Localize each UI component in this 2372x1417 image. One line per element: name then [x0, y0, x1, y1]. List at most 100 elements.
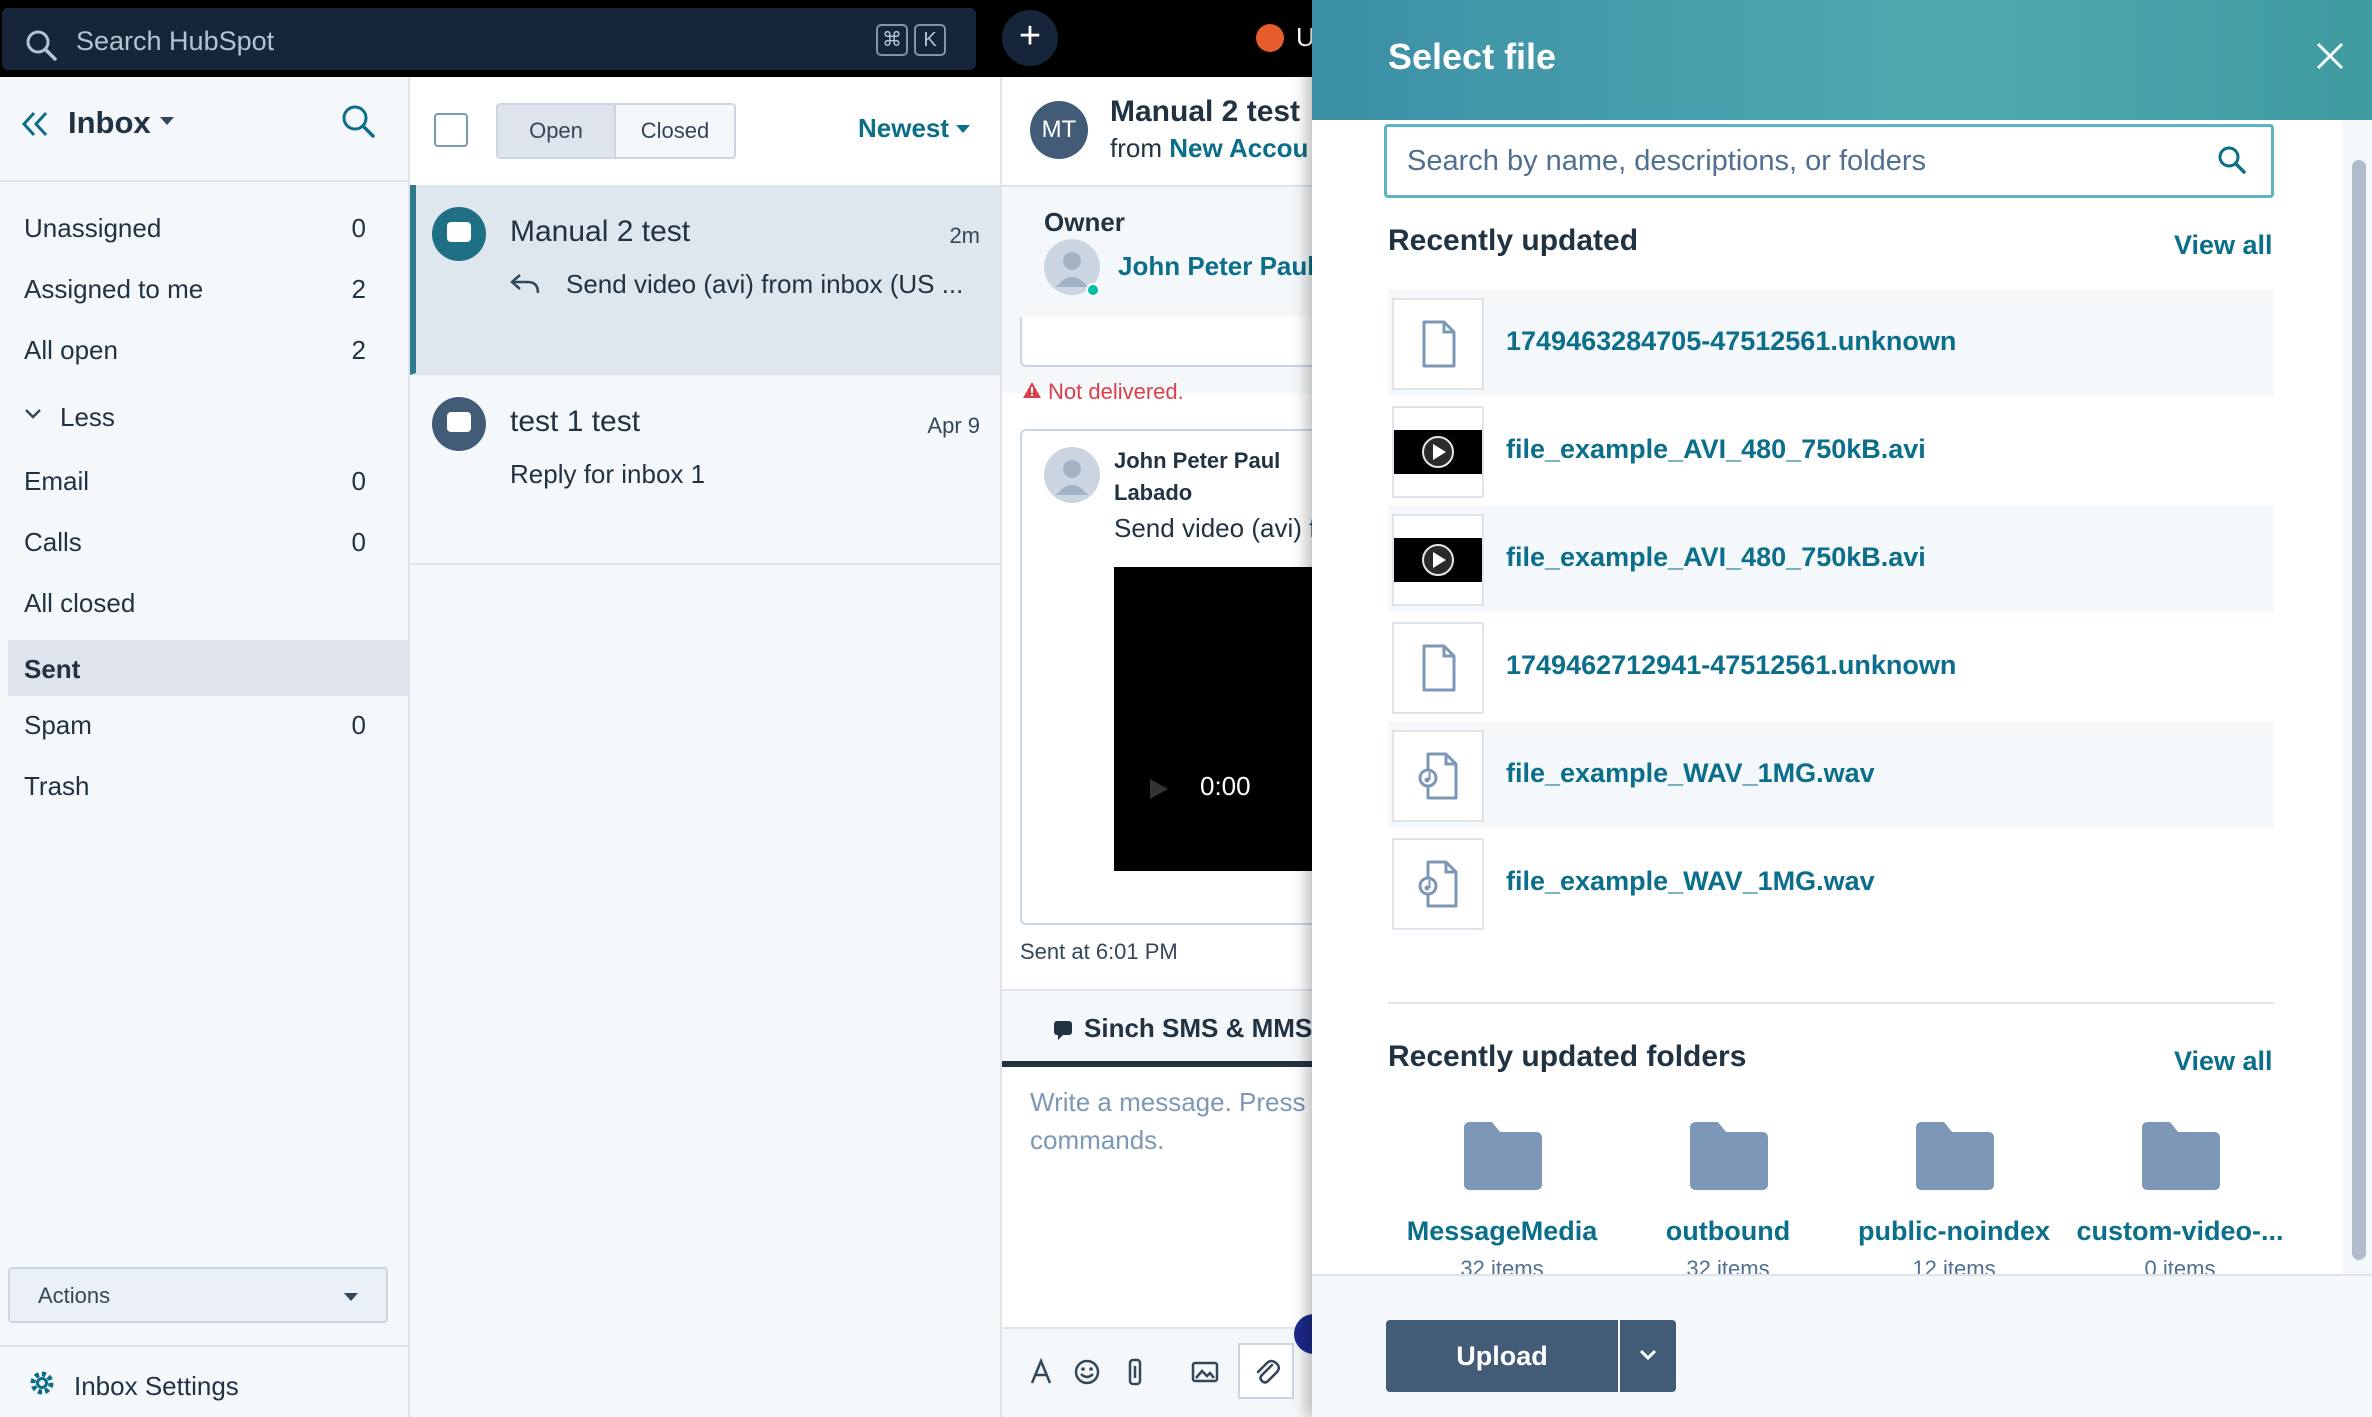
sidebar-item-sent[interactable]: Sent	[8, 640, 408, 696]
sidebar-item-assigned-to-me[interactable]: Assigned to me 2	[8, 260, 408, 316]
search-icon[interactable]	[2215, 143, 2249, 177]
attach-file-button[interactable]	[1238, 1343, 1294, 1399]
sidebar-item-calls[interactable]: Calls 0	[8, 513, 408, 569]
tab-open[interactable]: Open	[498, 105, 616, 157]
folder-icon	[1914, 1118, 1996, 1192]
file-name: file_example_AVI_480_750kB.avi	[1506, 434, 1926, 464]
sent-timestamp: Sent at 6:01 PM	[1020, 939, 1178, 964]
folder-icon	[2140, 1118, 2222, 1192]
sidebar-item-label: Spam	[24, 710, 92, 740]
inbox-settings-label: Inbox Settings	[74, 1371, 239, 1401]
inbox-title[interactable]: Inbox	[68, 105, 151, 141]
file-name: file_example_WAV_1MG.wav	[1506, 758, 1875, 788]
message-sender: John Peter Paul Labado	[1114, 445, 1280, 509]
source-link[interactable]: New Accou	[1169, 133, 1308, 163]
sender-avatar	[1044, 447, 1100, 503]
owner-name[interactable]: John Peter Paul	[1118, 251, 1312, 282]
chevron-down-icon[interactable]	[160, 117, 174, 127]
sidebar-item-email[interactable]: Email 0	[8, 452, 408, 508]
sender-name-line2: Labado	[1114, 480, 1193, 505]
recently-updated-title: Recently updated	[1388, 224, 1639, 257]
inbox-settings-link[interactable]: Inbox Settings	[0, 1345, 408, 1417]
chevron-down-icon	[24, 408, 42, 420]
tab-closed[interactable]: Closed	[616, 105, 734, 157]
video-time: 0:00	[1200, 771, 1251, 801]
upgrade-icon[interactable]	[1256, 24, 1284, 52]
sidebar-item-count: 2	[351, 335, 366, 365]
upload-button[interactable]: Upload	[1386, 1320, 1618, 1392]
sidebar-item-trash[interactable]: Trash	[8, 757, 408, 813]
thread-name: test 1 test	[510, 405, 641, 438]
view-all-files-link[interactable]: View all	[2174, 230, 2273, 261]
sort-dropdown[interactable]: Newest	[858, 113, 949, 144]
thread-preview: Send video (avi) from inbox (US ...	[566, 269, 964, 299]
thread-name: Manual 2 test	[510, 215, 691, 248]
contact-name[interactable]: Manual 2 test	[1110, 95, 1300, 129]
compose-message-input[interactable]: Write a message. Press ' commands.	[1030, 1083, 1312, 1159]
snippet-icon[interactable]	[1120, 1357, 1150, 1387]
previous-message-card	[1020, 317, 1312, 367]
file-item[interactable]: file_example_WAV_1MG.wav	[1388, 830, 2274, 936]
global-search-bar[interactable]: Search HubSpot ⌘ K	[2, 8, 976, 70]
sidebar-item-label: Unassigned	[24, 213, 162, 243]
folder-name: MessageMedia	[1406, 1216, 1598, 1246]
create-new-button[interactable]: +	[1002, 10, 1058, 66]
sidebar-item-less[interactable]: Less	[8, 388, 408, 444]
file-item[interactable]: 1749463284705-47512561.unknown	[1388, 290, 2274, 396]
caret-down-icon	[344, 1293, 358, 1302]
view-all-folders-link[interactable]: View all	[2174, 1046, 2273, 1077]
thread-list-header: Open Closed Newest	[410, 77, 1000, 185]
document-file-icon	[1392, 622, 1484, 714]
file-item[interactable]: file_example_WAV_1MG.wav	[1388, 722, 2274, 828]
folder-item[interactable]: custom-video-... 0 items	[2060, 1118, 2300, 1274]
chat-bubble-icon	[447, 412, 471, 432]
folder-item[interactable]: MessageMedia 32 items	[1382, 1118, 1622, 1274]
video-player[interactable]: 0:00	[1114, 567, 1312, 871]
paperclip-icon	[1252, 1357, 1282, 1387]
caret-down-icon[interactable]	[956, 125, 970, 134]
sidebar-item-unassigned[interactable]: Unassigned 0	[8, 199, 408, 255]
select-all-checkbox[interactable]	[434, 113, 468, 147]
scrollbar-thumb[interactable]	[2352, 160, 2366, 1260]
thread-item[interactable]: test 1 test Apr 9 Reply for inbox 1	[410, 375, 1000, 565]
folder-item[interactable]: public-noindex 12 items	[1834, 1118, 2074, 1274]
image-icon[interactable]	[1190, 1357, 1220, 1387]
emoji-icon[interactable]	[1072, 1357, 1102, 1387]
chat-thread-avatar	[432, 397, 486, 451]
file-item[interactable]: file_example_AVI_480_750kB.avi	[1388, 506, 2274, 612]
file-item[interactable]: file_example_AVI_480_750kB.avi	[1388, 398, 2274, 504]
upload-options-button[interactable]	[1620, 1320, 1676, 1392]
thread-preview: Reply for inbox 1	[510, 459, 706, 489]
search-icon	[24, 28, 58, 62]
recently-updated-folders-title: Recently updated folders	[1388, 1040, 1747, 1073]
inbox-header: Inbox	[0, 77, 408, 182]
search-icon[interactable]	[340, 103, 376, 139]
sidebar-item-all-closed[interactable]: All closed	[8, 574, 408, 630]
sidebar-item-label: Less	[60, 402, 115, 432]
folder-item[interactable]: outbound 32 items	[1608, 1118, 1848, 1274]
actions-dropdown-button[interactable]: Actions	[8, 1267, 388, 1323]
folder-name: public-noindex	[1858, 1216, 2050, 1246]
folder-icon	[1462, 1118, 1544, 1192]
document-file-icon	[1392, 298, 1484, 390]
collapse-sidebar-icon[interactable]	[18, 107, 52, 141]
file-search-input[interactable]: Search by name, descriptions, or folders	[1384, 124, 2274, 198]
video-file-thumbnail	[1392, 514, 1484, 606]
thread-item[interactable]: Manual 2 test 2m Send video (avi) from i…	[410, 185, 1000, 375]
modal-header: Select file	[1312, 0, 2372, 120]
text-format-icon[interactable]	[1026, 1357, 1056, 1387]
sidebar-item-label: All closed	[24, 588, 136, 618]
close-icon[interactable]	[2314, 40, 2346, 72]
gear-icon	[28, 1369, 56, 1397]
file-name: file_example_WAV_1MG.wav	[1506, 866, 1875, 896]
file-item[interactable]: 1749462712941-47512561.unknown	[1388, 614, 2274, 720]
online-status-indicator	[1086, 283, 1100, 297]
sidebar-item-label: Calls	[24, 527, 82, 557]
sidebar-item-all-open[interactable]: All open 2	[8, 321, 408, 377]
message-text: Send video (avi) f	[1114, 513, 1312, 543]
channel-tab[interactable]: Sinch SMS & MMS	[1002, 989, 1312, 1067]
file-name: file_example_AVI_480_750kB.avi	[1506, 542, 1926, 572]
sidebar-item-spam[interactable]: Spam 0	[8, 696, 408, 752]
play-icon[interactable]	[1148, 777, 1170, 801]
k-key-badge: K	[914, 24, 946, 56]
